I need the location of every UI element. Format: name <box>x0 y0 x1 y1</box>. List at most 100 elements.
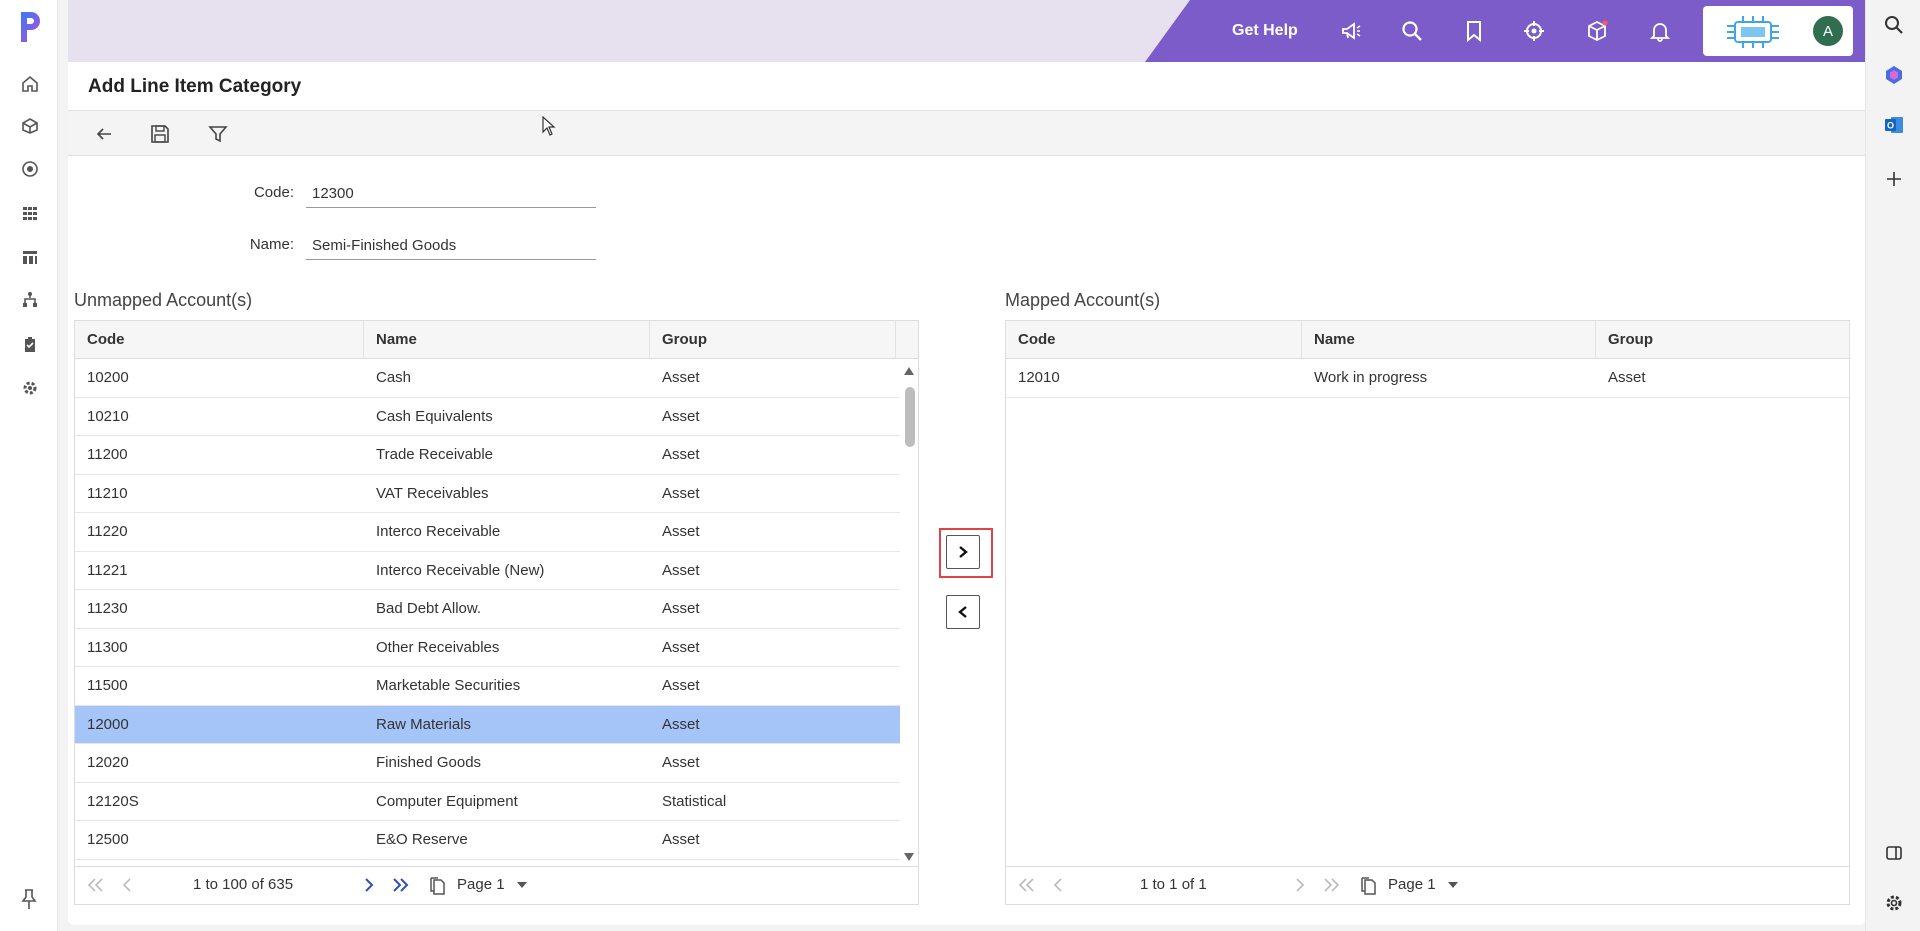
cell-name: Finished Goods <box>376 754 482 771</box>
next-page-icon[interactable] <box>1294 876 1306 894</box>
filter-icon[interactable] <box>206 122 230 146</box>
table-row[interactable]: 12020 Finished Goods Asset <box>75 744 900 783</box>
scrollbar[interactable] <box>900 361 918 867</box>
chevron-right-icon <box>959 546 968 558</box>
search-icon[interactable] <box>1881 12 1907 38</box>
cell-code: 12020 <box>87 754 129 771</box>
table-row[interactable]: 11220 Interco Receivable Asset <box>75 513 900 552</box>
page-range-text: 1 to 100 of 635 <box>193 876 294 893</box>
cell-group: Asset <box>662 369 700 386</box>
cell-code: 10200 <box>87 369 129 386</box>
pages-icon <box>1360 876 1378 896</box>
cell-name: Other Receivables <box>376 638 500 656</box>
cell-code: 12500 <box>87 831 129 848</box>
cube-icon[interactable] <box>18 114 42 138</box>
scroll-thumb[interactable] <box>905 387 915 447</box>
first-page-icon[interactable] <box>1016 876 1036 894</box>
gear-icon[interactable] <box>18 376 42 400</box>
mapped-grid: Code Name Group 12010 Work in progress Ass… <box>1005 320 1850 905</box>
company-logo-icon <box>1727 16 1779 48</box>
column-header-name[interactable]: Name <box>1302 321 1596 359</box>
cell-code: 11230 <box>87 600 128 617</box>
table-row[interactable]: 12500 E&O Reserve Asset <box>75 821 900 860</box>
cell-name: Trade Receivable <box>376 446 494 463</box>
table-row[interactable]: 10210 Cash Equivalents Asset <box>75 398 900 436</box>
table-row[interactable]: 11500 Marketable Securities Asset <box>75 667 900 706</box>
settings-icon[interactable] <box>1881 890 1907 916</box>
page-select[interactable]: Page 1 <box>457 876 527 893</box>
cell-name: Interco Receivable (New) <box>376 561 545 579</box>
panel-toggle-icon[interactable] <box>1881 840 1907 866</box>
grid-icon[interactable] <box>18 201 42 225</box>
back-arrow-icon[interactable] <box>92 122 116 146</box>
bell-icon[interactable] <box>1647 18 1673 44</box>
page-range-text: 1 to 1 of 1 <box>1140 876 1207 893</box>
move-right-button[interactable] <box>946 535 980 569</box>
prev-page-icon[interactable] <box>121 876 133 894</box>
table-row[interactable]: 12010 Work in progress Asset <box>1006 359 1849 398</box>
avatar[interactable]: A <box>1813 16 1843 46</box>
add-icon[interactable] <box>1881 166 1907 192</box>
column-header-code[interactable]: Code <box>75 321 364 359</box>
cell-group: Asset <box>662 561 700 579</box>
pin-icon[interactable] <box>21 888 37 915</box>
last-page-icon[interactable] <box>1322 876 1342 894</box>
megaphone-icon[interactable] <box>1338 18 1364 44</box>
get-help-link[interactable]: Get Help <box>1232 22 1298 40</box>
save-icon[interactable] <box>148 122 172 146</box>
home-icon[interactable] <box>18 72 42 96</box>
table-row[interactable]: 11300 Other Receivables Asset <box>75 629 900 667</box>
first-page-icon[interactable] <box>85 876 105 894</box>
cell-group: Asset <box>662 407 700 425</box>
column-header-code[interactable]: Code <box>1006 321 1302 359</box>
table-row[interactable]: 11200 Trade Receivable Asset <box>75 436 900 475</box>
cell-code: 11210 <box>87 484 128 502</box>
clipboard-icon[interactable] <box>18 333 42 357</box>
page-select[interactable]: Page 1 <box>1388 876 1458 893</box>
cell-code: 11500 <box>87 677 128 694</box>
cell-name: Interco Receivable <box>376 523 501 540</box>
cell-group: Statistical <box>662 792 727 810</box>
crosshair-icon[interactable] <box>1521 18 1547 44</box>
left-nav <box>0 0 58 931</box>
package-icon[interactable] <box>1584 18 1610 44</box>
next-page-icon[interactable] <box>363 876 375 894</box>
table-row[interactable]: 11210 VAT Receivables Asset <box>75 475 900 513</box>
app-logo[interactable] <box>18 10 44 44</box>
scroll-down-icon[interactable] <box>904 853 914 861</box>
table-row[interactable]: 12000 Raw Materials Asset <box>75 705 900 744</box>
last-page-icon[interactable] <box>391 876 411 894</box>
cell-group: Asset <box>662 484 700 502</box>
cell-code: 12010 <box>1018 369 1060 386</box>
bookmark-icon[interactable] <box>1461 18 1487 44</box>
column-header-group[interactable]: Group <box>650 321 896 359</box>
cell-name: Cash <box>376 369 412 386</box>
code-input[interactable] <box>306 180 596 208</box>
report-icon[interactable] <box>18 245 42 269</box>
cell-code: 12000 <box>87 715 129 733</box>
table-row[interactable]: 11221 Interco Receivable (New) Asset <box>75 552 900 590</box>
grid-footer: 1 to 1 of 1 Page 1 <box>1006 866 1849 904</box>
cell-name: Marketable Securities <box>376 677 521 694</box>
table-row[interactable]: 11230 Bad Debt Allow. Asset <box>75 590 900 629</box>
hierarchy-icon[interactable] <box>18 288 42 312</box>
scroll-up-icon[interactable] <box>904 367 914 375</box>
move-left-button[interactable] <box>946 595 980 629</box>
name-input[interactable] <box>306 232 596 260</box>
target-icon[interactable] <box>18 157 42 181</box>
search-icon[interactable] <box>1399 18 1425 44</box>
cell-group: Asset <box>662 638 700 656</box>
outlook-icon[interactable]: O <box>1881 112 1907 138</box>
chevron-down-icon <box>516 881 527 888</box>
column-header-name[interactable]: Name <box>364 321 650 359</box>
table-row[interactable]: 12120S Computer Equipment Statistical <box>75 783 900 821</box>
table-row[interactable]: 10200 Cash Asset <box>75 359 900 398</box>
column-header-group[interactable]: Group <box>1596 321 1849 359</box>
cell-group: Asset <box>662 600 700 617</box>
prev-page-icon[interactable] <box>1052 876 1064 894</box>
copilot-icon[interactable] <box>1881 62 1907 88</box>
chevron-left-icon <box>958 606 967 618</box>
page-title: Add Line Item Category <box>88 76 302 97</box>
cell-name: Raw Materials <box>376 715 472 733</box>
chevron-down-icon <box>1447 881 1458 888</box>
